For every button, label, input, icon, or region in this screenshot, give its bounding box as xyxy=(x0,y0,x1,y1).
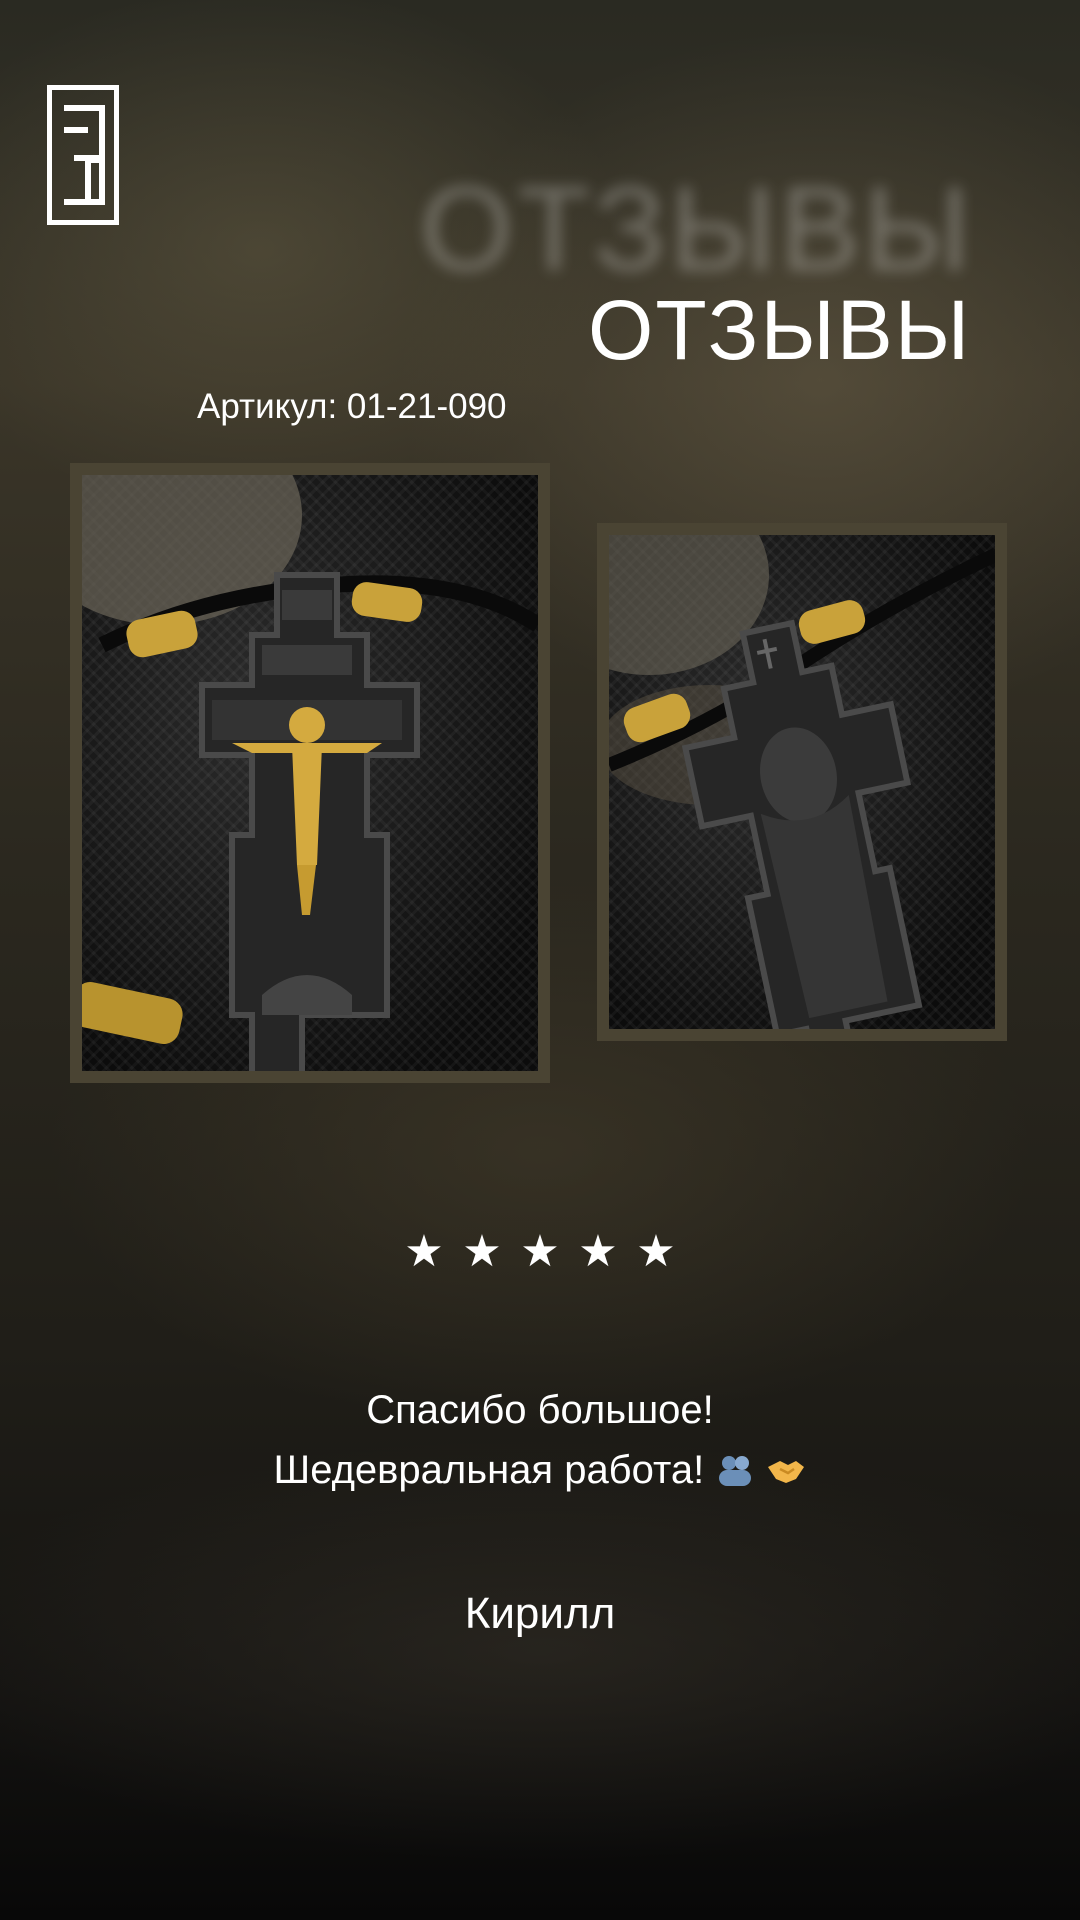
review-text-line2-text: Шедевральная работа! xyxy=(273,1448,705,1492)
wooden-crucifix-icon xyxy=(82,475,538,1071)
product-photo-front xyxy=(70,463,550,1083)
handshake-icon xyxy=(768,1461,805,1483)
star-icon: ★ xyxy=(636,1227,676,1276)
brand-logo-icon xyxy=(47,85,119,225)
review-text-line2: Шедевральная работа! xyxy=(0,1450,1080,1490)
star-icon: ★ xyxy=(404,1227,444,1276)
page-title: ОТЗЫВЫ xyxy=(588,283,972,377)
review-text-line1: Спасибо большое! xyxy=(366,1388,714,1432)
wooden-cross-virgin-icon xyxy=(609,535,995,1029)
background-title: ОТЗЫВЫ xyxy=(420,162,975,296)
article-number: Артикул: 01-21-090 xyxy=(197,387,507,426)
star-icon: ★ xyxy=(520,1227,560,1276)
review-author: Кирилл xyxy=(464,1589,616,1638)
star-icon: ★ xyxy=(578,1227,618,1276)
people-icon xyxy=(719,1456,752,1486)
rating-stars: ★ ★ ★ ★ ★ xyxy=(404,1227,676,1276)
product-photo-back xyxy=(597,523,1007,1041)
star-icon: ★ xyxy=(462,1227,502,1276)
